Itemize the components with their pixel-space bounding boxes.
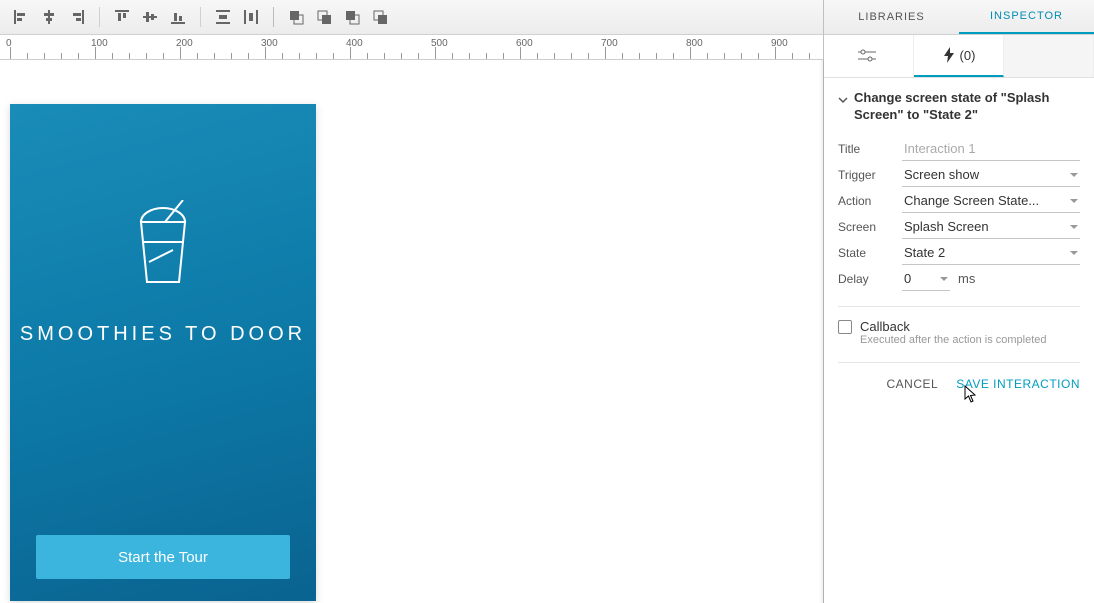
delay-input[interactable]: 0 xyxy=(902,267,950,291)
separator xyxy=(200,7,201,27)
lightning-icon xyxy=(942,47,956,63)
bring-forward-icon[interactable] xyxy=(313,6,335,28)
right-panel: LIBRARIES INSPECTOR (0) Change screen st… xyxy=(823,0,1094,603)
label-delay: Delay xyxy=(838,272,902,286)
title-input[interactable]: Interaction 1 xyxy=(902,137,1080,161)
separator xyxy=(273,7,274,27)
label-title: Title xyxy=(838,142,902,156)
align-bottom-icon[interactable] xyxy=(167,6,189,28)
splash-screen-artboard[interactable]: SMOOTHIES TO DOOR Start the Tour xyxy=(10,104,316,601)
label-action: Action xyxy=(838,194,902,208)
smoothie-cup-icon xyxy=(131,200,195,295)
align-right-icon[interactable] xyxy=(66,6,88,28)
subtab-adjust[interactable] xyxy=(824,35,914,77)
align-top-icon[interactable] xyxy=(111,6,133,28)
chevron-down-icon xyxy=(838,93,848,108)
tab-inspector[interactable]: INSPECTOR xyxy=(959,0,1094,34)
callback-checkbox[interactable] xyxy=(838,320,852,334)
trigger-select[interactable]: Screen show xyxy=(902,163,1080,187)
send-back-icon[interactable] xyxy=(369,6,391,28)
callback-label: Callback xyxy=(860,319,1047,334)
distribute-h-icon[interactable] xyxy=(240,6,262,28)
delay-unit: ms xyxy=(958,271,975,286)
subtab-interactions[interactable]: (0) xyxy=(914,35,1004,77)
tab-libraries[interactable]: LIBRARIES xyxy=(824,0,959,34)
label-state: State xyxy=(838,246,902,260)
action-select[interactable]: Change Screen State... xyxy=(902,189,1080,213)
canvas-workspace[interactable]: SMOOTHIES TO DOOR Start the Tour xyxy=(0,60,823,603)
start-tour-button[interactable]: Start the Tour xyxy=(36,535,290,579)
cursor-icon xyxy=(964,385,980,403)
label-screen: Screen xyxy=(838,220,902,234)
callback-description: Executed after the action is completed xyxy=(860,334,1047,346)
interaction-summary-text: Change screen state of "Splash Screen" t… xyxy=(854,90,1080,124)
divider xyxy=(838,306,1080,307)
save-interaction-button[interactable]: SAVE INTERACTION xyxy=(956,377,1080,391)
subtab-empty xyxy=(1004,35,1094,77)
cancel-button[interactable]: CANCEL xyxy=(887,377,939,391)
label-trigger: Trigger xyxy=(838,168,902,182)
distribute-v-icon[interactable] xyxy=(212,6,234,28)
state-select[interactable]: State 2 xyxy=(902,241,1080,265)
align-center-v-icon[interactable] xyxy=(38,6,60,28)
separator xyxy=(99,7,100,27)
screen-select[interactable]: Splash Screen xyxy=(902,215,1080,239)
bring-front-icon[interactable] xyxy=(285,6,307,28)
interactions-count: (0) xyxy=(960,48,976,63)
hero-title: SMOOTHIES TO DOOR xyxy=(20,323,306,346)
interaction-summary[interactable]: Change screen state of "Splash Screen" t… xyxy=(838,90,1080,124)
send-backward-icon[interactable] xyxy=(341,6,363,28)
align-left-icon[interactable] xyxy=(10,6,32,28)
align-center-h-icon[interactable] xyxy=(139,6,161,28)
